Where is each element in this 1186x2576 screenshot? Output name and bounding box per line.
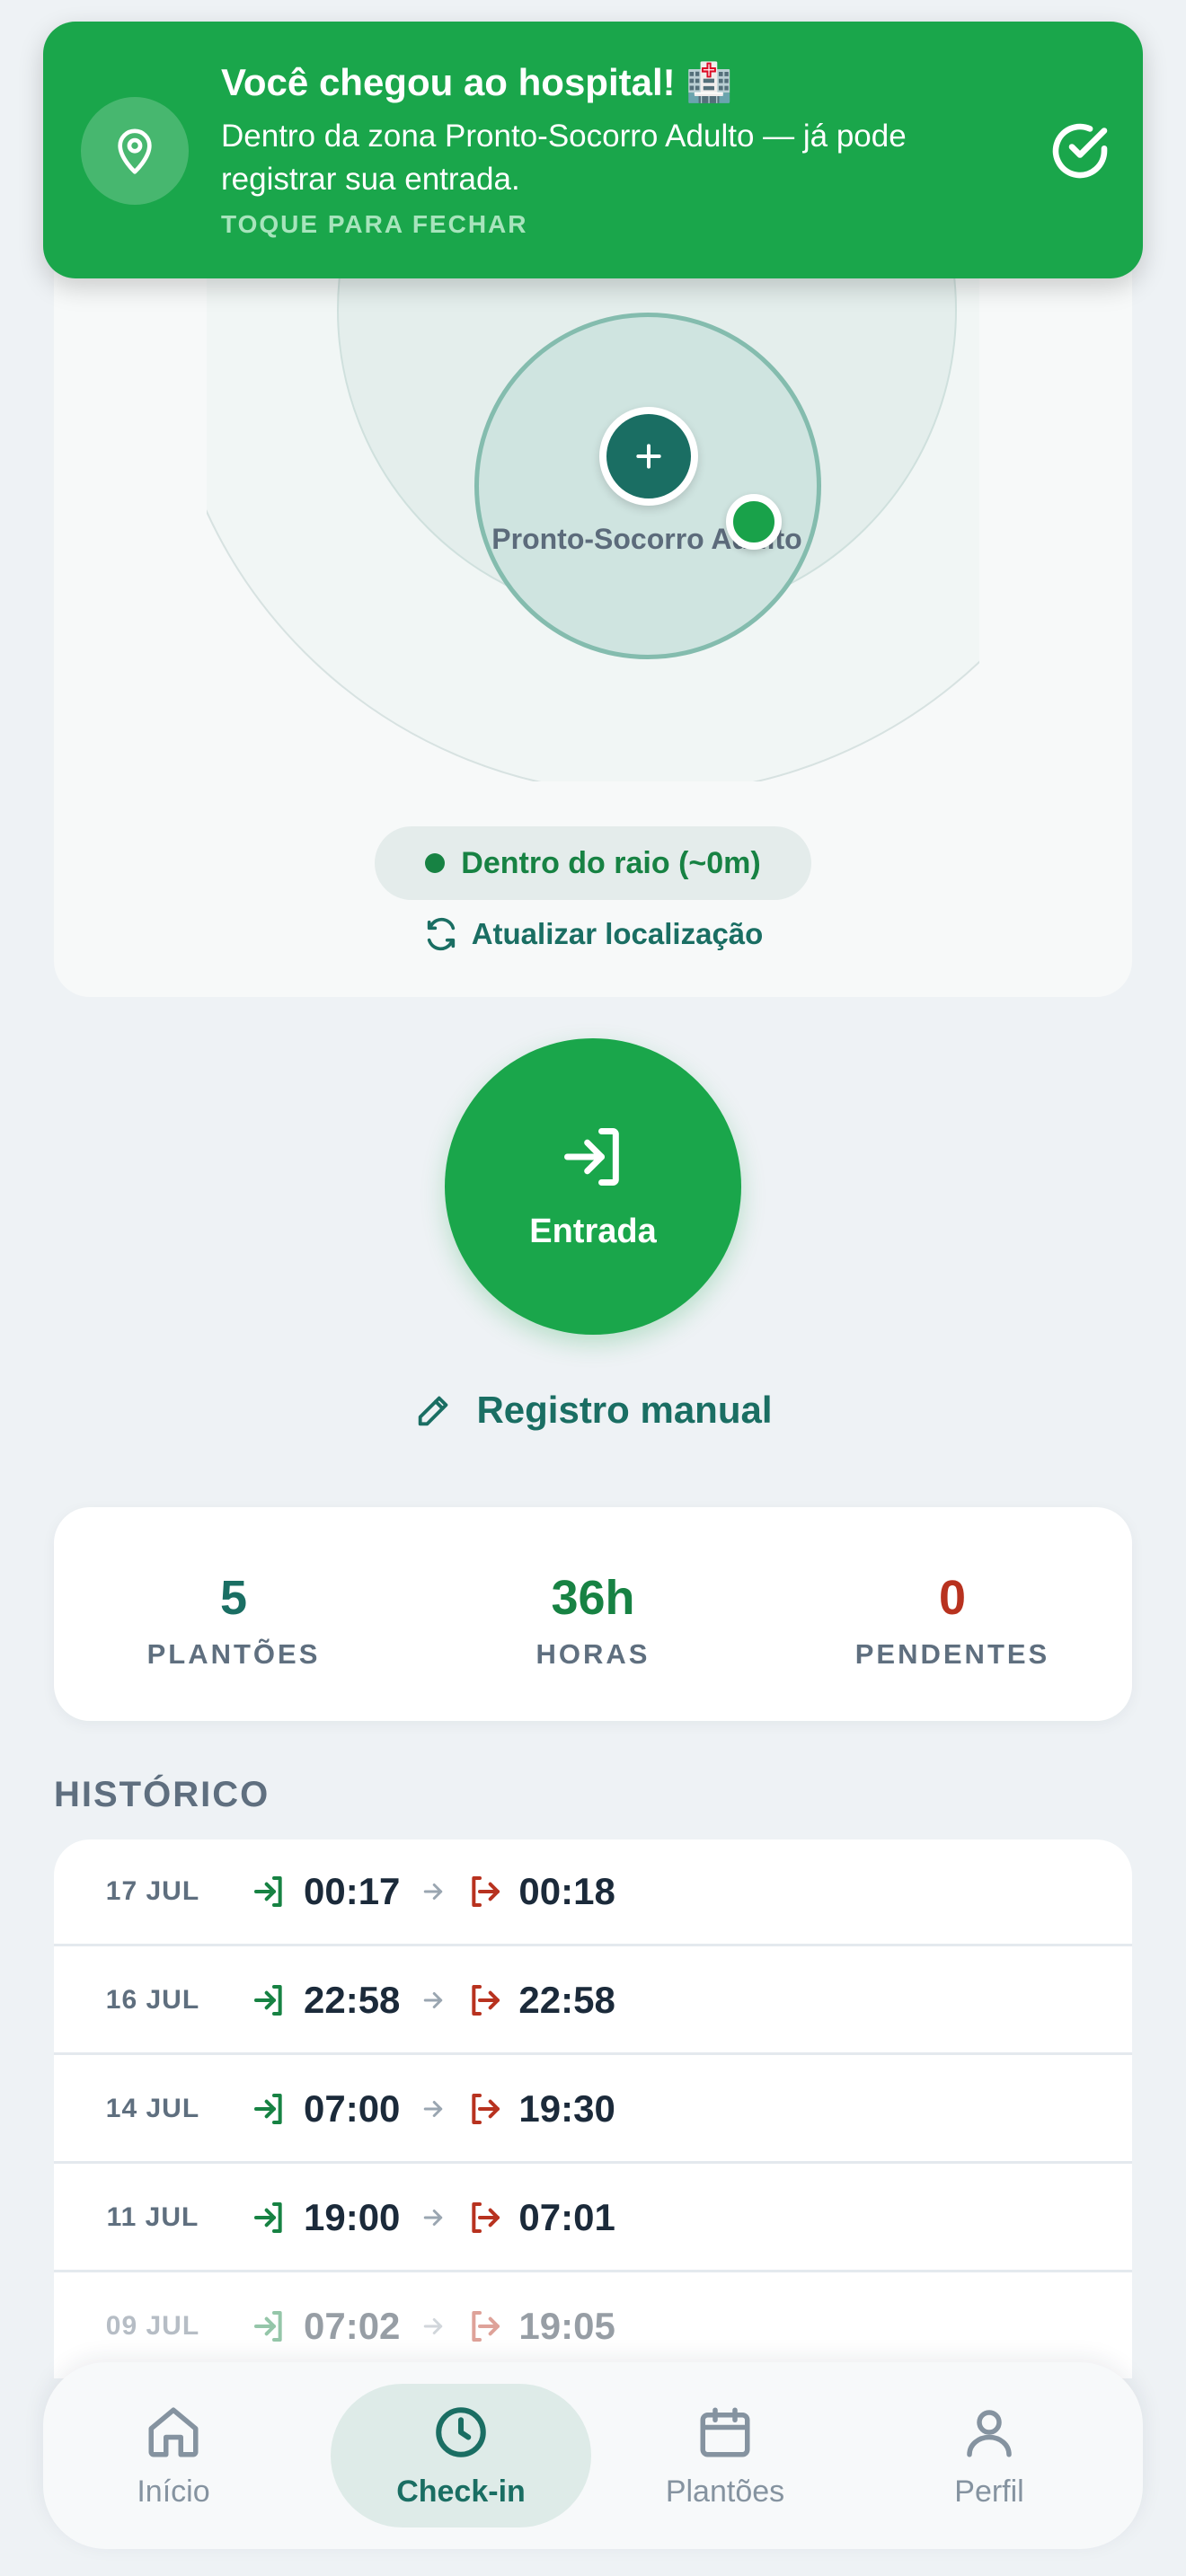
history-out-time: 19:30 [518, 2087, 615, 2130]
history-row[interactable]: 14 JUL 07:00 19:30 [54, 2057, 1132, 2164]
arrow-right-icon [424, 2210, 443, 2226]
toast-message: Dentro da zona Pronto-Socorro Adulto — j… [221, 119, 907, 197]
check-out-icon [472, 1985, 500, 2016]
history-out-time: 07:01 [518, 2196, 615, 2238]
check-out-icon [472, 2311, 500, 2342]
history-out-time: 00:18 [518, 1870, 615, 1912]
pencil-icon [419, 1396, 448, 1426]
geofence-status-badge: Dentro do raio (~0m) [375, 826, 811, 900]
stat-pending-label: PENDENTES [854, 1638, 1050, 1670]
stat-pending-value: 0 [938, 1571, 967, 1625]
toast-dismiss-hint: TOQUE PARA FECHAR [221, 210, 528, 238]
check-in-entry-label: Entrada [529, 1212, 657, 1250]
stat-hours: 36h HORAS [413, 1507, 773, 1721]
stat-shifts: 5 PLANTÕES [54, 1507, 413, 1721]
history-out-time: 19:05 [518, 2305, 615, 2347]
nav-item-label: Perfil [954, 2474, 1024, 2509]
history-title: HISTÓRICO [54, 1775, 270, 1814]
history-date: 11 JUL [106, 2202, 199, 2232]
arrival-toast[interactable]: Você chegou ao hospital! 🏥 Dentro da zon… [43, 22, 1143, 278]
refresh-icon [427, 917, 455, 951]
history-row[interactable]: 16 JUL 22:58 22:58 [54, 1948, 1132, 2055]
check-in-icon [254, 2202, 282, 2233]
arrow-right-icon [424, 1992, 443, 2008]
history-date: 14 JUL [105, 2094, 200, 2123]
stats-card: 5 PLANTÕES 36h HORAS 0 PENDENTES [54, 1507, 1132, 1721]
manual-entry-label: Registro manual [476, 1389, 773, 1431]
status-dot-icon [425, 853, 446, 873]
history-row[interactable]: 17 JUL 00:17 00:18 [54, 1839, 1132, 1946]
refresh-location-button[interactable]: Atualizar localização [54, 916, 1132, 952]
check-in-icon [254, 1985, 282, 2016]
history-date: 17 JUL [105, 1876, 200, 1906]
history-in-time: 00:17 [304, 1870, 401, 1912]
check-circle-icon [1052, 123, 1108, 179]
user-location-dot [726, 494, 782, 550]
history-in-time: 07:00 [304, 2087, 401, 2130]
login-arrow-icon [564, 1127, 619, 1186]
bottom-nav: Início Check-in Plantões Perfil [43, 2362, 1143, 2549]
nav-item-plantoes[interactable]: Plantões [595, 2384, 855, 2527]
toast-title: Você chegou ao hospital! 🏥 [221, 61, 733, 103]
history-date: 16 JUL [105, 1985, 200, 2015]
hospital-pin-icon[interactable] [599, 407, 698, 506]
check-out-icon [472, 2094, 500, 2124]
history-list: 17 JUL 00:17 00:18 16 JUL 22:58 22:58 14… [54, 1839, 1132, 2378]
stat-hours-label: HORAS [535, 1638, 651, 1670]
check-in-icon [254, 2311, 282, 2342]
calendar-icon [700, 2407, 750, 2457]
nav-item-inicio[interactable]: Início [43, 2384, 304, 2527]
history-row[interactable]: 11 JUL 19:00 07:01 [54, 2166, 1132, 2272]
manual-entry-button[interactable]: Registro manual [0, 1389, 1186, 1432]
user-icon [967, 2409, 1012, 2457]
nav-item-perfil[interactable]: Perfil [859, 2384, 1120, 2527]
arrow-right-icon [424, 2318, 443, 2334]
clock-icon [436, 2406, 486, 2457]
stat-hours-value: 36h [551, 1571, 635, 1625]
check-out-icon [472, 1876, 500, 1907]
location-pin-icon [81, 97, 189, 205]
nav-item-check-in[interactable]: Check-in [331, 2384, 591, 2527]
check-in-entry-button[interactable]: Entrada [445, 1038, 741, 1335]
geofence-status-text: Dentro do raio (~0m) [461, 845, 761, 880]
history-date: 09 JUL [105, 2311, 200, 2341]
nav-item-label: Início [137, 2474, 210, 2509]
stat-shifts-value: 5 [219, 1571, 248, 1625]
nav-item-label: Plantões [665, 2474, 785, 2509]
history-in-time: 22:58 [304, 1979, 401, 2021]
check-out-icon [472, 2202, 500, 2233]
home-icon [148, 2407, 199, 2457]
stat-shifts-label: PLANTÕES [146, 1638, 321, 1670]
check-in-icon [254, 1876, 282, 1907]
history-in-time: 19:00 [304, 2196, 401, 2238]
history-out-time: 22:58 [518, 1979, 615, 2021]
refresh-location-label: Atualizar localização [471, 917, 764, 950]
arrow-right-icon [424, 2101, 443, 2117]
check-in-icon [254, 2094, 282, 2124]
nav-item-label: Check-in [396, 2474, 526, 2509]
stat-pending: 0 PENDENTES [773, 1507, 1132, 1721]
history-in-time: 07:02 [304, 2305, 401, 2347]
arrow-right-icon [424, 1883, 443, 1900]
